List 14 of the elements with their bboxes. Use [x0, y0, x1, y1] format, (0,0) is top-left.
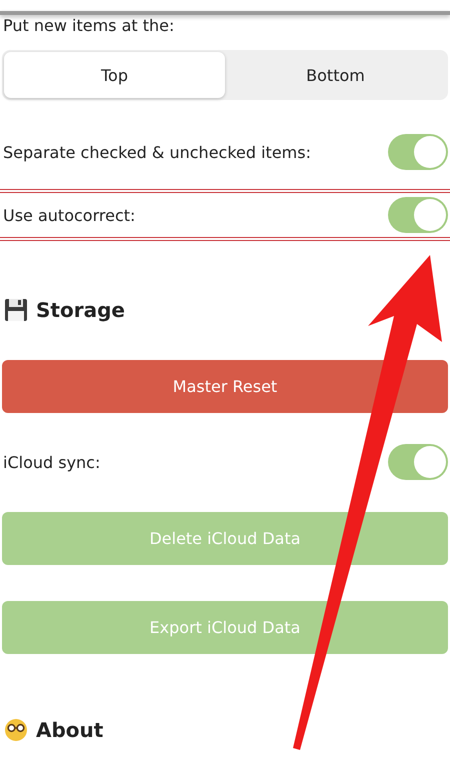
action-button[interactable]: Master Reset: [2, 360, 448, 413]
toggle-switch[interactable]: [388, 197, 448, 233]
toggle-label: Use autocorrect:: [3, 206, 136, 224]
segment-option[interactable]: Bottom: [225, 52, 446, 98]
toggle-label: iCloud sync:: [3, 452, 100, 472]
toggle-switch[interactable]: [388, 134, 448, 170]
section-heading: Storage: [36, 298, 125, 322]
toggle-label: Separate checked & unchecked items:: [3, 142, 311, 162]
section-heading: About: [36, 718, 104, 742]
setting-label: Put new items at the:: [2, 15, 176, 37]
segmented-control[interactable]: Top Bottom: [2, 50, 448, 100]
toggle-switch[interactable]: [388, 444, 448, 480]
glasses-emoji-icon: [4, 718, 28, 742]
segment-option[interactable]: Top: [4, 52, 225, 98]
